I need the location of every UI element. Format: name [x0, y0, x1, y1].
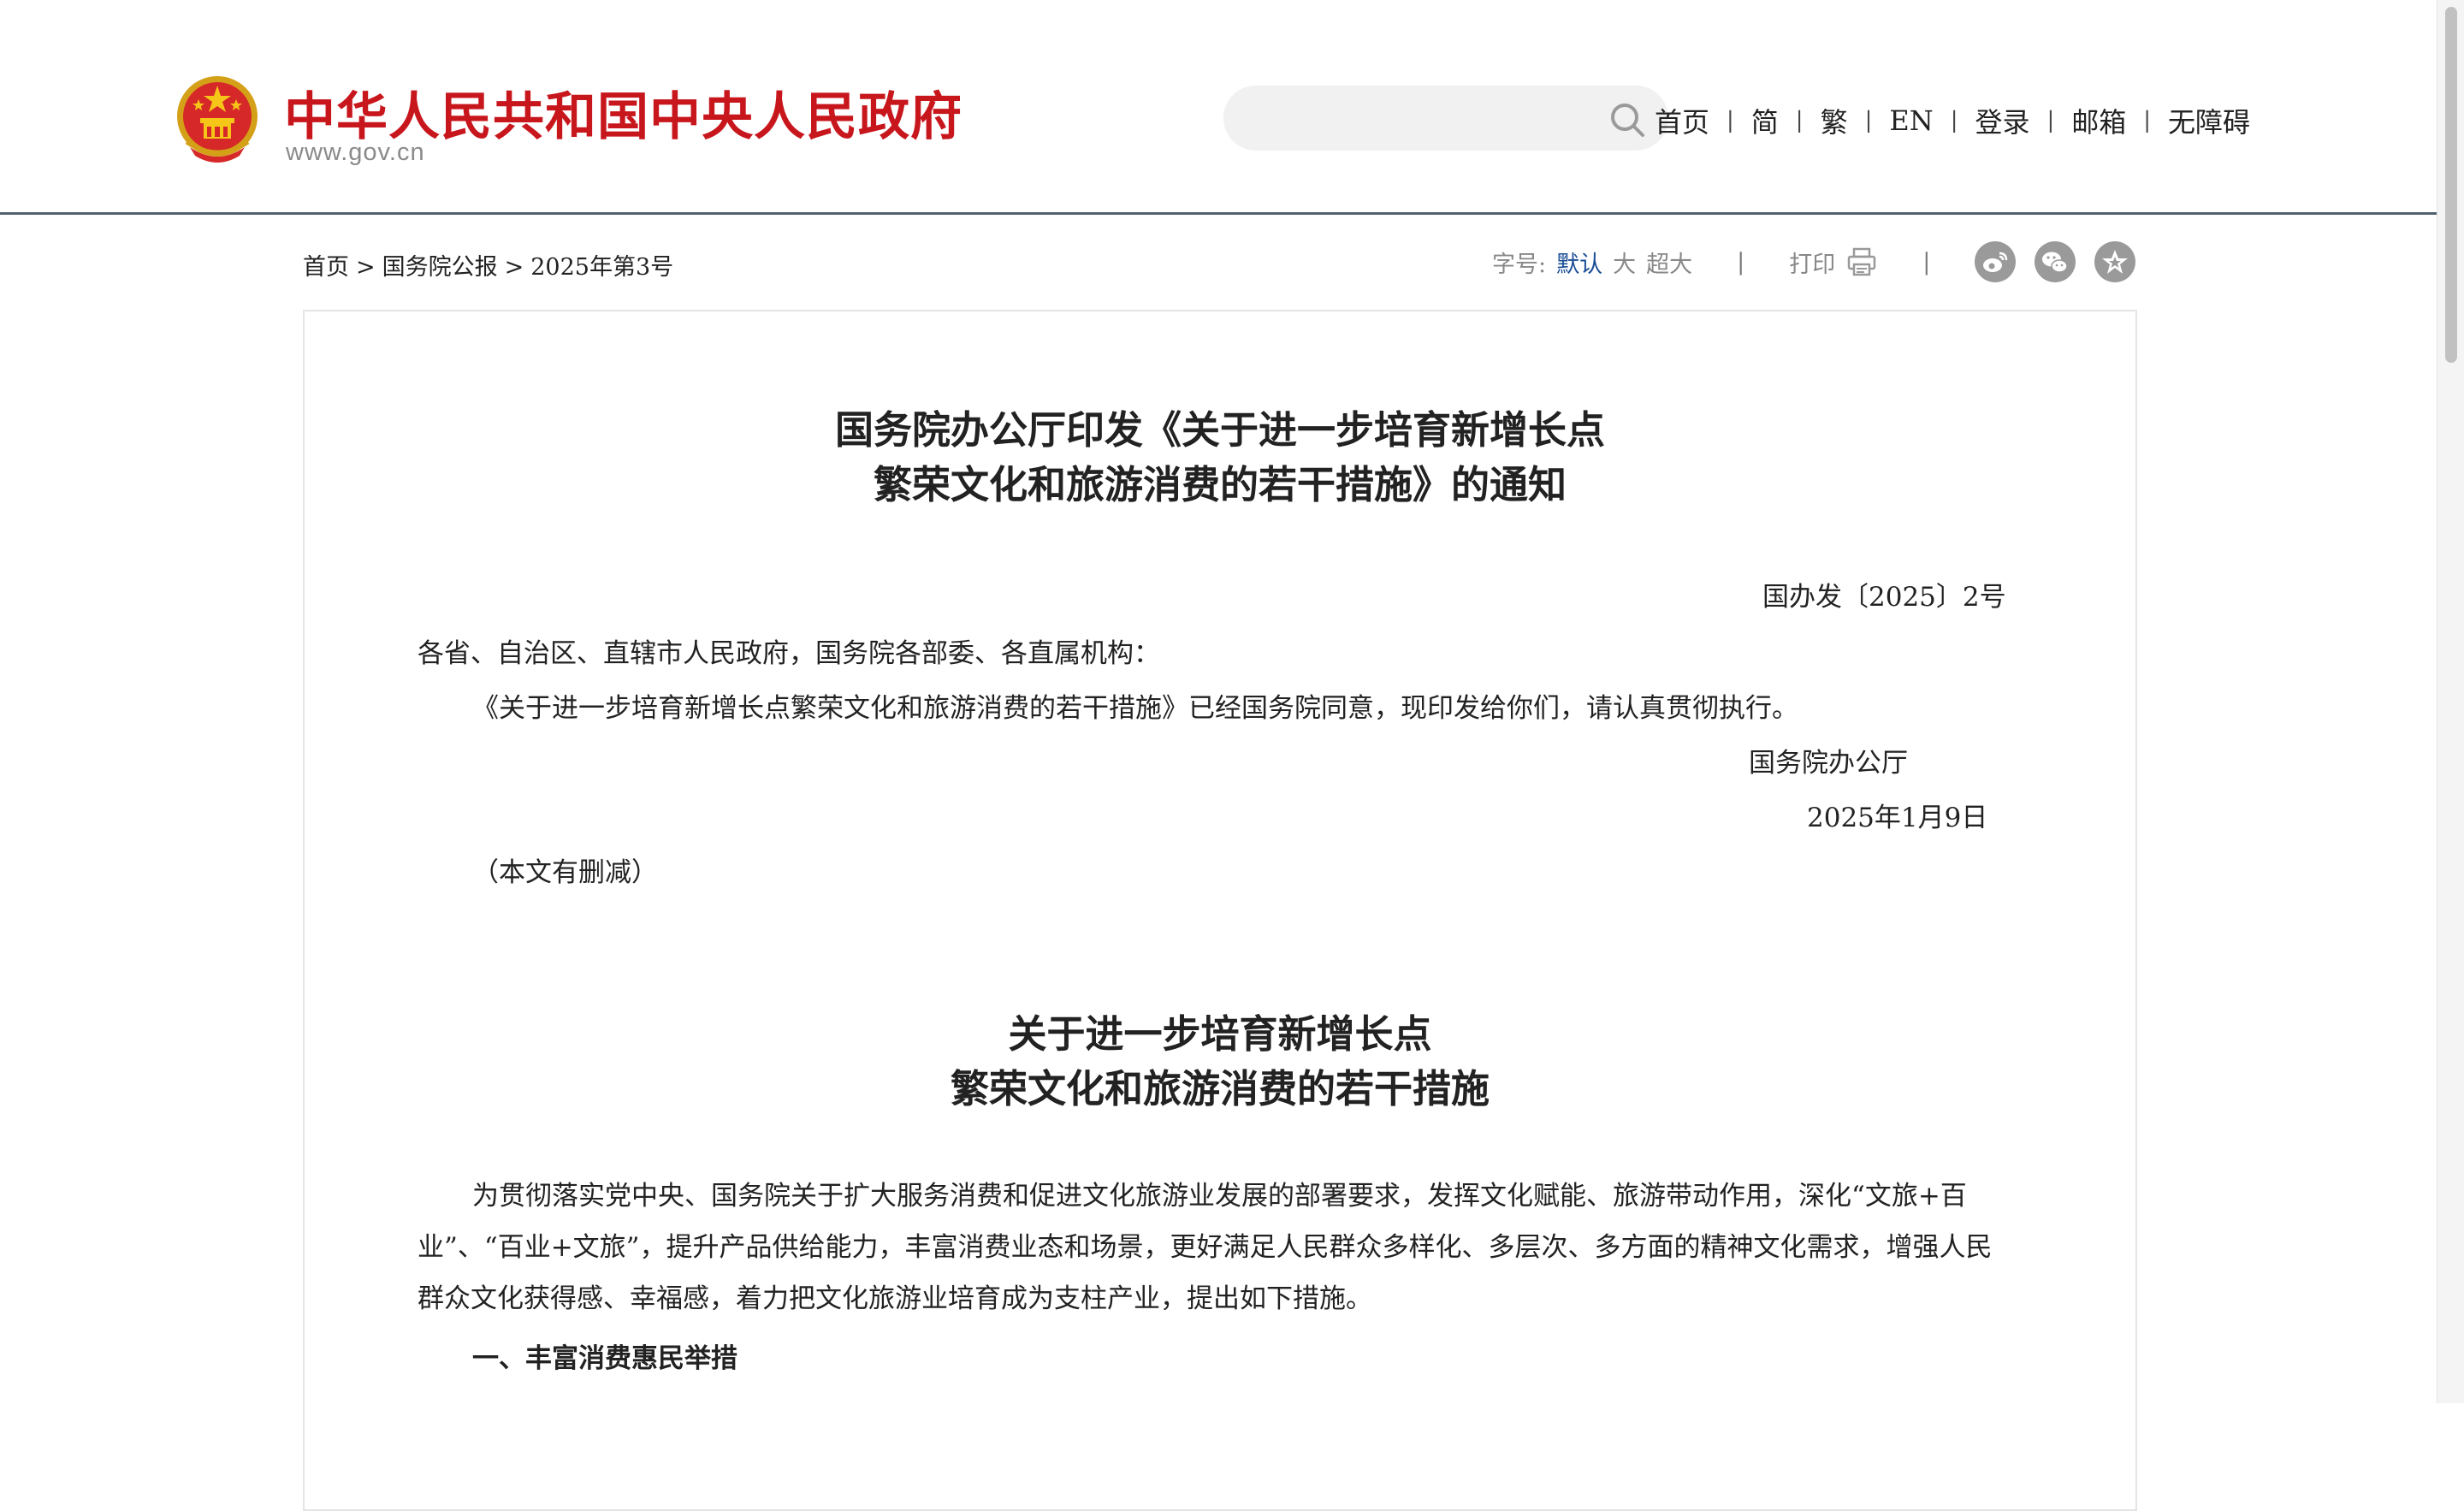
site-url[interactable]: www.gov.cn [286, 139, 425, 167]
nav-separator: | [2143, 108, 2152, 133]
nav-separator: | [1727, 108, 1734, 133]
print-button[interactable]: 打印 [1789, 246, 1878, 279]
nav-mailbox[interactable]: 邮箱 [2071, 101, 2126, 140]
nav-separator: | [1864, 108, 1873, 133]
nav-simplified[interactable]: 简 [1751, 101, 1779, 140]
issuer: 国务院办公厅 [1749, 748, 1908, 779]
subtitle-line1: 关于进一步培育新增长点 [1008, 1011, 1432, 1057]
breadcrumb-separator: > [356, 254, 376, 281]
breadcrumb-separator: > [504, 254, 524, 281]
printer-icon [1847, 247, 1876, 276]
nav-separator: | [1950, 108, 1958, 133]
search-input[interactable] [1249, 98, 1595, 140]
subtitle-line2: 繁荣文化和旅游消费的若干措施 [950, 1066, 1490, 1111]
breadcrumb-issue[interactable]: 2025年第3号 [530, 254, 673, 281]
breadcrumb-gazette[interactable]: 国务院公报 [382, 254, 498, 281]
font-size-default[interactable]: 默认 [1556, 246, 1602, 279]
tools-separator: | [1922, 248, 1931, 276]
nav-home[interactable]: 首页 [1655, 101, 1709, 140]
font-size-label: 字号: [1492, 251, 1547, 278]
salutation: 各省、自治区、直辖市人民政府，国务院各部委、各直属机构： [418, 638, 1160, 669]
scrollbar-thumb[interactable] [2445, 7, 2457, 363]
article-title-line2: 繁荣文化和旅游消费的若干措施》的通知 [873, 462, 1567, 507]
abridged-note: （本文有删减） [472, 857, 658, 888]
tools-separator: | [1737, 248, 1745, 276]
nav-separator: | [2046, 108, 2055, 133]
breadcrumb-home[interactable]: 首页 [303, 254, 349, 281]
breadcrumb: 首页 > 国务院公报 >2025年第3号 [303, 248, 673, 281]
notice-body: 《关于进一步培育新增长点繁荣文化和旅游消费的若干措施》已经国务院同意，现印发给你… [472, 693, 1798, 724]
favorite-star-icon[interactable] [2094, 241, 2136, 282]
weibo-icon[interactable] [1975, 241, 2017, 282]
article-tools: 字号: 默认 大 超大 | 打印 | [1492, 241, 2154, 282]
nav-separator: | [1795, 108, 1804, 133]
nav-english[interactable]: EN [1889, 104, 1933, 137]
nav-login[interactable]: 登录 [1975, 101, 2029, 140]
search-box [1223, 86, 1668, 151]
nav-traditional[interactable]: 繁 [1821, 101, 1848, 140]
top-nav: 首页 | 简 | 繁 | EN | 登录 | 邮箱 | 无障碍 [1655, 101, 2250, 140]
section-heading: 一、丰富消费惠民举措 [472, 1343, 737, 1374]
print-label: 打印 [1789, 251, 1836, 278]
article-title-line1: 国务院办公厅印发《关于进一步培育新增长点 [834, 407, 1605, 453]
document-number: 国办发〔2025〕2号 [1762, 582, 2006, 613]
intro-paragraph: 为贯彻落实党中央、国务院关于扩大服务消费和促进文化旅游业发展的部署要求，发挥文化… [418, 1181, 1993, 1314]
font-size-extra-large[interactable]: 超大 [1646, 246, 1692, 279]
nav-accessibility[interactable]: 无障碍 [2168, 101, 2250, 140]
site-header: 中华人民共和国中央人民政府 www.gov.cn 首页 | 简 | 繁 | EN… [0, 0, 2437, 215]
search-icon[interactable] [1608, 101, 1646, 139]
issue-date: 2025年1月9日 [1807, 803, 1988, 833]
wechat-icon[interactable] [2035, 241, 2076, 282]
national-emblem-icon[interactable] [175, 74, 260, 168]
page-scrollbar[interactable] [2437, 0, 2464, 1403]
font-size-large[interactable]: 大 [1613, 246, 1636, 279]
